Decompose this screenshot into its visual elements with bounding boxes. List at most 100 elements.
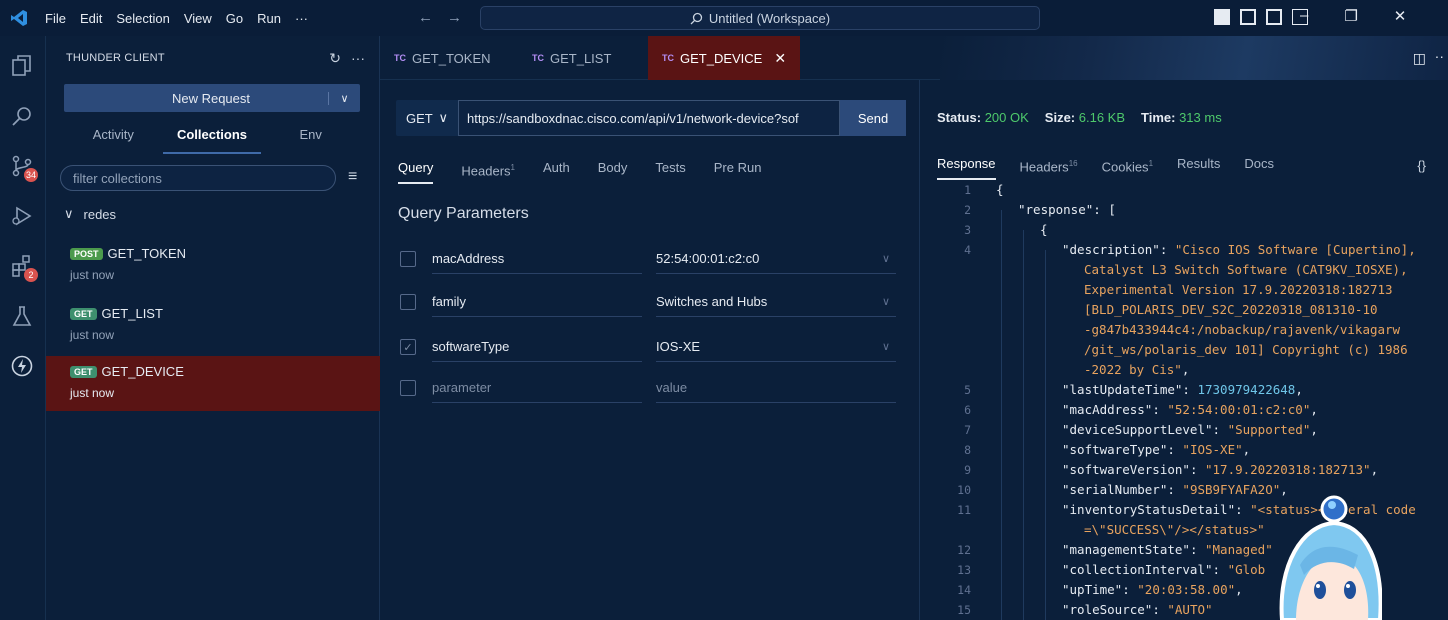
close-tab-icon[interactable]: ✕ [774, 50, 786, 67]
tab-get-list[interactable]: TC GET_LIST [518, 36, 625, 80]
tab-response[interactable]: Response [937, 154, 996, 180]
param-checkbox[interactable] [400, 251, 416, 267]
menu-icon[interactable]: ≡ [348, 168, 357, 186]
menu-edit[interactable]: Edit [73, 11, 109, 26]
tab-env[interactable]: Env [261, 120, 360, 154]
close-icon[interactable]: ✕ [1394, 7, 1407, 25]
send-button[interactable]: Send [840, 100, 906, 136]
param-key-input[interactable]: softwareType [432, 332, 642, 362]
menu-file[interactable]: File [38, 11, 73, 26]
tab-get-token[interactable]: TC GET_TOKEN [380, 36, 505, 80]
menu-selection[interactable]: Selection [109, 11, 176, 26]
testing-flask-icon[interactable] [8, 302, 36, 330]
tab-tests[interactable]: Tests [655, 158, 699, 184]
extensions-icon[interactable]: 2 [8, 252, 38, 282]
toggle-secondary-sidebar-icon[interactable] [1266, 9, 1282, 25]
request-item-get-list[interactable]: GET GET_LIST just now [46, 298, 380, 353]
tab-response-headers[interactable]: Headers16 [1020, 154, 1078, 180]
url-input[interactable]: https://sandboxdnac.cisco.com/api/v1/net… [458, 100, 840, 136]
request-item-get-device[interactable]: GET GET_DEVICE just now [46, 356, 380, 411]
source-control-icon[interactable]: 34 [8, 152, 38, 182]
new-request-button[interactable]: New Request ∨ [64, 84, 360, 112]
line-number: 6 [964, 403, 971, 417]
toggle-primary-sidebar-icon[interactable] [1214, 9, 1230, 25]
param-key-placeholder[interactable]: parameter [432, 373, 642, 403]
more-actions-icon[interactable]: ··· [351, 50, 365, 67]
search-icon[interactable] [8, 102, 36, 130]
param-value-input[interactable]: IOS-XE ∨ [656, 332, 896, 362]
collection-folder[interactable]: ∨ redes [64, 206, 116, 222]
status-field: Status: 200 OK [937, 110, 1029, 125]
filter-collections-input[interactable]: filter collections [60, 165, 336, 191]
param-checkbox[interactable] [400, 380, 416, 396]
line-content: "roleSource": "AUTO" [1062, 602, 1213, 617]
code-line: -g847b433944c4:/nobackup/rajavenk/vikaga… [921, 320, 1448, 340]
tab-body[interactable]: Body [598, 158, 642, 184]
param-checkbox-checked[interactable]: ✓ [400, 339, 416, 355]
line-content: { [996, 182, 1004, 197]
thunder-client-sidebar: THUNDER CLIENT ↻ ··· New Request ∨ Activ… [46, 36, 380, 620]
menu-more[interactable]: ··· [288, 11, 315, 26]
tab-query[interactable]: Query [398, 158, 434, 184]
request-time: just now [70, 386, 115, 400]
split-editor-icon[interactable]: ◫ [1413, 50, 1426, 67]
param-checkbox[interactable] [400, 294, 416, 310]
param-key-input[interactable]: macAddress [432, 244, 642, 274]
time-value: 313 ms [1179, 110, 1222, 125]
more-actions-icon[interactable]: ·· [1435, 48, 1444, 64]
line-content: "deviceSupportLevel": "Supported", [1062, 422, 1318, 437]
param-value-input[interactable]: 52:54:00:01:c2:c0 ∨ [656, 244, 896, 274]
sidebar-tabs: Activity Collections Env [64, 120, 360, 154]
activity-bar: 34 2 [0, 36, 46, 620]
thunder-client-icon[interactable] [8, 352, 36, 380]
tab-activity[interactable]: Activity [64, 120, 163, 154]
tab-auth[interactable]: Auth [543, 158, 584, 184]
tab-headers[interactable]: Headers1 [461, 158, 529, 184]
param-value-input[interactable]: Switches and Hubs ∨ [656, 287, 896, 317]
chevron-down-icon: ∨ [881, 253, 890, 265]
tab-get-device[interactable]: TC GET_DEVICE ✕ [648, 36, 801, 80]
forward-arrow-icon[interactable]: → [447, 9, 476, 26]
tab-collections[interactable]: Collections [162, 120, 262, 154]
request-tabs: Query Headers1 Auth Body Tests Pre Run [398, 158, 789, 184]
query-param-row-new: parameter value [400, 373, 896, 403]
run-debug-icon[interactable] [8, 202, 36, 230]
request-name: GET_LIST [101, 306, 163, 321]
search-icon [690, 12, 703, 24]
method-select[interactable]: GET ∨ [396, 100, 458, 136]
restore-icon[interactable]: ❐ [1344, 7, 1357, 25]
layout-controls [1214, 9, 1308, 25]
format-json-icon[interactable]: {} [1417, 158, 1426, 173]
minimize-icon[interactable]: – [1300, 7, 1308, 25]
tab-results[interactable]: Results [1177, 154, 1220, 180]
line-content: { [1040, 222, 1048, 237]
tab-pre-run[interactable]: Pre Run [714, 158, 776, 184]
tab-docs[interactable]: Docs [1244, 154, 1274, 180]
code-line: 6 "macAddress": "52:54:00:01:c2:c0", [921, 400, 1448, 420]
vscode-logo-icon[interactable] [0, 0, 38, 36]
line-content: "upTime": "20:03:58.00", [1062, 582, 1243, 597]
extensions-badge: 2 [24, 268, 38, 282]
menu-view[interactable]: View [177, 11, 219, 26]
tab-cookies[interactable]: Cookies1 [1102, 154, 1153, 180]
thunder-client-tab-icon: TC [662, 53, 674, 63]
menu-run[interactable]: Run [250, 11, 288, 26]
explorer-icon[interactable] [8, 52, 36, 80]
param-key-input[interactable]: family [432, 287, 642, 317]
menu-go[interactable]: Go [219, 11, 250, 26]
param-value-placeholder[interactable]: value [656, 373, 896, 403]
line-content: "description": "Cisco IOS Software [Cupe… [1062, 242, 1416, 257]
chevron-down-icon[interactable]: ∨ [328, 91, 360, 105]
source-control-badge: 34 [23, 168, 38, 182]
line-number: 1 [964, 183, 971, 197]
request-item-get-token[interactable]: POST GET_TOKEN just now [46, 238, 380, 293]
code-line: 5 "lastUpdateTime": 1730979422648, [921, 380, 1448, 400]
command-center[interactable]: Untitled (Workspace) [480, 6, 1040, 30]
code-line: 2 "response": [ [921, 200, 1448, 220]
refresh-icon[interactable]: ↻ [329, 50, 341, 67]
menu-bar: File Edit Selection View Go Run ··· [38, 11, 315, 26]
code-line: Experimental Version 17.9.20220318:18271… [921, 280, 1448, 300]
back-arrow-icon[interactable]: ← [418, 9, 447, 26]
toggle-panel-icon[interactable] [1240, 9, 1256, 25]
line-number: 7 [964, 423, 971, 437]
